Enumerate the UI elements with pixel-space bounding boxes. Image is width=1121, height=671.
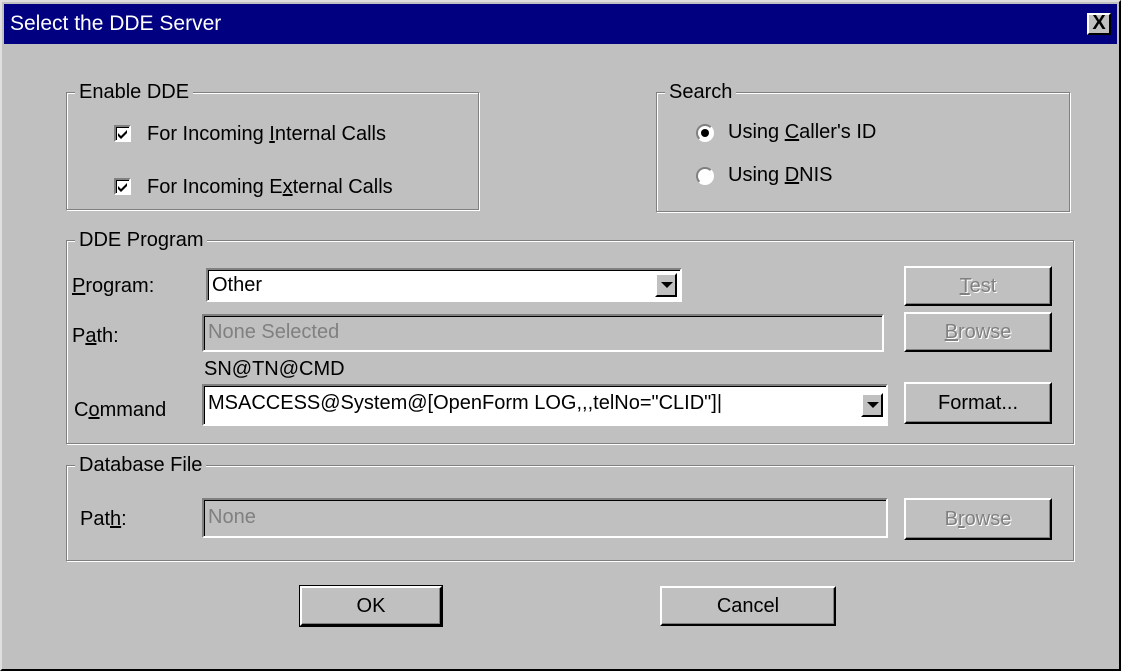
radio-selected-dot bbox=[701, 129, 709, 137]
format-hint: SN@TN@CMD bbox=[204, 358, 345, 380]
caller-id-radio[interactable] bbox=[696, 124, 714, 142]
database-browse-button[interactable]: Browse bbox=[904, 498, 1052, 540]
command-value: MSACCESS@System@[OpenForm LOG,,,telNo="C… bbox=[208, 392, 723, 414]
command-label: Command bbox=[74, 399, 167, 421]
caller-id-label[interactable]: Using Caller's ID bbox=[728, 119, 876, 145]
title-bar[interactable]: Select the DDE Server X bbox=[4, 4, 1117, 44]
dnis-label[interactable]: Using DNIS bbox=[728, 162, 833, 188]
ok-button[interactable]: OK bbox=[299, 585, 443, 627]
enable-dde-legend: Enable DDE bbox=[75, 79, 194, 105]
external-calls-label[interactable]: For Incoming External Calls bbox=[147, 174, 393, 200]
program-path-label: Path: bbox=[72, 325, 119, 347]
chevron-down-icon[interactable] bbox=[655, 273, 677, 297]
cancel-button[interactable]: Cancel bbox=[660, 586, 836, 626]
command-combobox[interactable]: MSACCESS@System@[OpenForm LOG,,,telNo="C… bbox=[202, 384, 888, 426]
program-browse-button[interactable]: Browse bbox=[904, 312, 1052, 352]
database-path-label: Path: bbox=[80, 508, 127, 530]
format-button[interactable]: Format... bbox=[904, 382, 1052, 424]
internal-calls-checkbox[interactable] bbox=[114, 125, 131, 142]
test-button[interactable]: Test bbox=[904, 266, 1052, 306]
program-path-field[interactable]: None Selected bbox=[202, 314, 884, 352]
search-legend: Search bbox=[665, 79, 737, 105]
check-icon bbox=[118, 183, 127, 192]
check-icon bbox=[118, 130, 127, 139]
window-title: Select the DDE Server bbox=[10, 12, 222, 35]
database-path-field[interactable]: None bbox=[202, 498, 888, 538]
dde-server-dialog: Select the DDE Server X Enable DDE For I… bbox=[0, 0, 1121, 671]
database-file-legend: Database File bbox=[75, 452, 207, 478]
program-value: Other bbox=[212, 274, 263, 296]
dnis-radio[interactable] bbox=[696, 167, 714, 185]
dde-program-legend: DDE Program bbox=[75, 227, 208, 253]
internal-calls-label[interactable]: For Incoming Internal Calls bbox=[147, 121, 386, 147]
program-label: Program: bbox=[72, 275, 155, 297]
external-calls-checkbox[interactable] bbox=[114, 178, 131, 195]
chevron-down-icon[interactable] bbox=[861, 393, 883, 417]
search-group: Search bbox=[656, 79, 1070, 212]
program-dropdown[interactable]: Other bbox=[206, 268, 682, 302]
close-button[interactable]: X bbox=[1087, 13, 1111, 35]
